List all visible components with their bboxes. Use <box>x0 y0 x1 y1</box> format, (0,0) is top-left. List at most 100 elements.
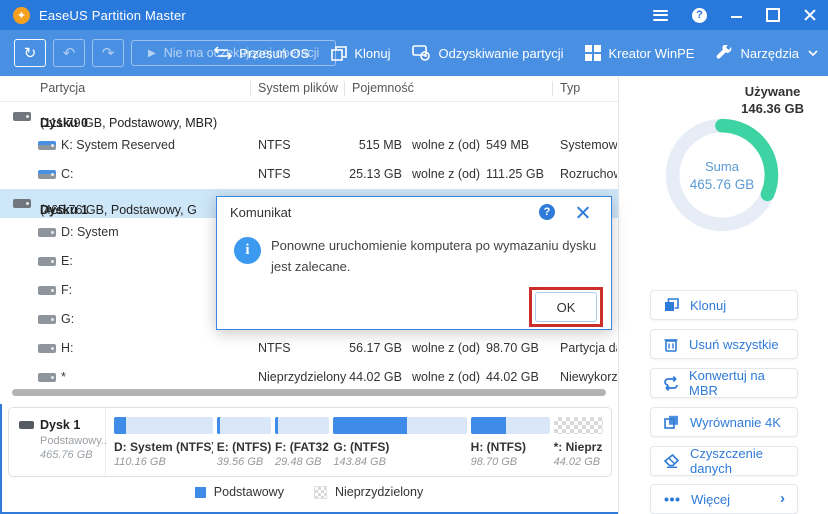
total-value: 98.70 GB <box>486 341 539 355</box>
align-4k-label: Wyrównanie 4K <box>690 415 781 430</box>
clone-button[interactable]: Klonuj <box>331 46 390 61</box>
clone-icon <box>664 298 679 312</box>
partition-name: G: <box>61 312 74 326</box>
fs-value: NTFS <box>258 138 291 152</box>
partition-name: C: <box>61 167 74 181</box>
primary-legend-icon <box>195 487 206 498</box>
chevron-right-icon: › <box>780 490 785 507</box>
disk-map-size: 465.76 GB <box>40 449 105 461</box>
segment-size: 39.56 GB <box>217 456 271 468</box>
disk-map-type: Podstawowy.. <box>40 435 105 447</box>
convert-to-mbr-button[interactable]: Konwertuj na MBR <box>650 368 798 398</box>
segment-size: 44.02 GB <box>554 456 603 468</box>
undo-icon: ↶ <box>63 44 76 62</box>
dialog-close-icon[interactable] <box>576 206 589 219</box>
total-value: 465.76 GB <box>690 177 755 192</box>
segment-label: E: (NTFS) <box>217 440 271 454</box>
delete-all-label: Usuń wszystkie <box>689 337 779 352</box>
menu-icon[interactable] <box>653 10 668 21</box>
segment-label: F: (FAT32) <box>275 440 329 454</box>
disk-map-segment-unallocated[interactable]: *: Nieprz... 44.02 GB <box>554 417 603 476</box>
total-label: Suma <box>705 159 739 174</box>
table-row[interactable]: C: NTFS 25.13 GB wolne z (od) 111.25 GB … <box>0 160 618 189</box>
tools-menu-label: Narzędzia <box>740 46 799 61</box>
partition-recovery-icon <box>412 45 431 61</box>
fs-value: NTFS <box>258 167 291 181</box>
app-logo-icon: ✦ <box>13 7 30 24</box>
partition-bar <box>275 417 329 434</box>
disk-map-card[interactable]: Dysk 1 Podstawowy.. 465.76 GB D: System … <box>8 407 612 477</box>
partition-bar <box>471 417 550 434</box>
col-capacity[interactable]: Pojemność <box>352 81 414 95</box>
disk-map-segment[interactable]: E: (NTFS) 39.56 GB <box>217 417 271 476</box>
segment-size: 29.48 GB <box>275 456 329 468</box>
dialog-help-icon[interactable]: ? <box>539 204 555 220</box>
total-value: 111.25 GB <box>486 167 544 181</box>
ok-annotation-box: OK <box>529 287 603 327</box>
clone-icon <box>331 46 347 61</box>
delete-all-button[interactable]: Usuń wszystkie <box>650 329 798 359</box>
winpe-creator-button[interactable]: Kreator WinPE <box>585 45 694 61</box>
horizontal-scrollbar[interactable] <box>12 389 606 396</box>
total-value: 549 MB <box>486 138 529 152</box>
disk-map-segment[interactable]: F: (FAT32) 29.48 GB <box>275 417 329 476</box>
segment-size: 143.84 GB <box>333 456 466 468</box>
partition-name: K: System Reserved <box>61 138 175 152</box>
toolbar: ↻ ↶ ↷ ▶ Nie ma oczekującej operacji Prze… <box>0 30 828 76</box>
partition-icon <box>38 315 56 324</box>
ok-button[interactable]: OK <box>535 292 597 322</box>
partition-icon <box>38 170 56 179</box>
partition-name: F: <box>61 283 72 297</box>
partition-name: E: <box>61 254 73 268</box>
partition-icon <box>38 141 56 150</box>
type-value: Niewykorzyst <box>560 370 617 384</box>
minimize-button[interactable] <box>731 16 742 18</box>
sidebar: Używane 146.36 GB Suma 465.76 GB Klonuj … <box>618 76 828 514</box>
segment-size: 98.70 GB <box>471 456 550 468</box>
segment-label: G: (NTFS) <box>333 440 466 454</box>
close-button[interactable] <box>804 9 816 21</box>
partition-bar <box>217 417 271 434</box>
partition-name: * <box>61 370 66 384</box>
partition-icon <box>38 373 56 382</box>
disk-detail: (111.79 GB, Podstawowy, MBR) <box>40 116 217 130</box>
used-label: Używane <box>741 83 804 100</box>
wipe-data-button[interactable]: Czyszczenie danych <box>650 446 798 476</box>
tools-menu-button[interactable]: Narzędzia <box>716 45 818 61</box>
clone-sidebar-button[interactable]: Klonuj <box>650 290 798 320</box>
segment-label: D: System (NTFS) <box>114 440 213 454</box>
convert-icon <box>664 376 678 391</box>
more-button[interactable]: Więcej › <box>650 484 798 514</box>
align-4k-button[interactable]: Wyrównanie 4K <box>650 407 798 437</box>
col-partition[interactable]: Partycja <box>40 81 85 95</box>
col-filesystem[interactable]: System plików <box>258 81 338 95</box>
table-row[interactable]: K: System Reserved NTFS 515 MB wolne z (… <box>0 131 618 160</box>
dialog-message: Ponowne uruchomienie komputera po wymaza… <box>271 235 601 277</box>
donut-center-label: Suma 465.76 GB <box>659 112 785 238</box>
disk-map-segment[interactable]: D: System (NTFS) 110.16 GB <box>114 417 213 476</box>
partition-recovery-button[interactable]: Odzyskiwanie partycji <box>412 45 563 61</box>
partition-name: D: System <box>61 225 119 239</box>
disk-map-segment[interactable]: G: (NTFS) 143.84 GB <box>333 417 466 476</box>
table-row[interactable]: Dysku 0 (111.79 GB, Podstawowy, MBR) <box>0 102 618 131</box>
type-value: Partycja dany <box>560 341 617 355</box>
table-row[interactable]: H: NTFS 56.17 GB wolne z (od) 98.70 GB P… <box>0 334 618 363</box>
free-value: 515 MB <box>326 138 402 152</box>
info-icon: i <box>234 237 261 264</box>
more-label: Więcej <box>691 492 730 507</box>
disk-map-legend: Podstawowy Nieprzydzielony <box>0 485 618 499</box>
help-icon[interactable]: ? <box>692 8 707 23</box>
undo-button[interactable]: ↶ <box>53 39 85 67</box>
redo-button[interactable]: ↷ <box>92 39 124 67</box>
migrate-os-button[interactable]: Przesuń OS <box>214 46 309 61</box>
table-row[interactable]: * Nieprzydzielony 44.02 GB wolne z (od) … <box>0 363 618 392</box>
segment-label: *: Nieprz... <box>554 440 603 454</box>
wipe-data-icon <box>664 454 679 468</box>
free-value: 25.13 GB <box>326 167 402 181</box>
maximize-button[interactable] <box>766 8 780 22</box>
disk-map-segment[interactable]: H: (NTFS) 98.70 GB <box>471 417 550 476</box>
fs-value: NTFS <box>258 341 291 355</box>
refresh-icon: ↻ <box>24 44 37 62</box>
col-type[interactable]: Typ <box>560 81 580 95</box>
refresh-button[interactable]: ↻ <box>14 39 46 67</box>
